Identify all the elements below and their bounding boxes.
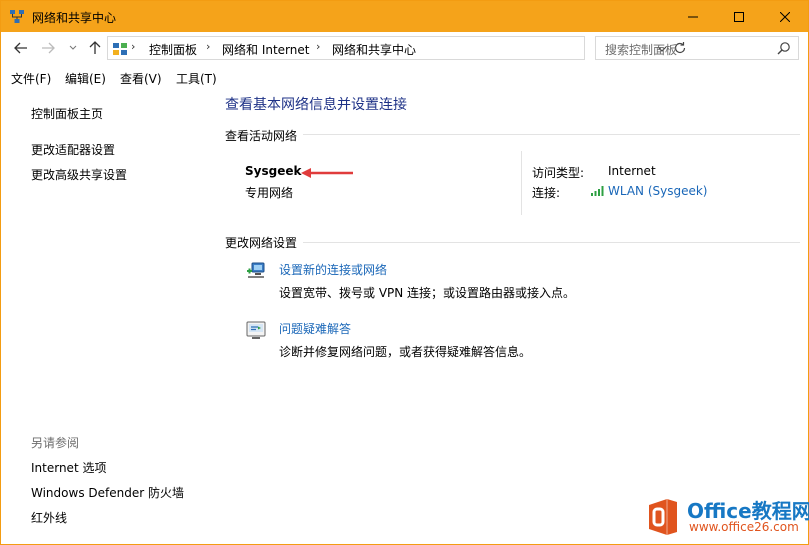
menu-view[interactable]: 查看(V) (120, 70, 162, 87)
network-sharing-center-window: 网络和共享中心 › 控制面板 › 网络和 Internet › 网络和共享中心 … (0, 0, 809, 545)
sidebar-windows-defender-firewall[interactable]: Windows Defender 防火墙 (31, 484, 184, 501)
recent-locations-button[interactable] (63, 38, 83, 58)
address-bar[interactable]: › 控制面板 › 网络和 Internet › 网络和共享中心 (107, 36, 686, 60)
connection-label: 连接: (532, 186, 561, 200)
address-row: › 控制面板 › 网络和 Internet › 网络和共享中心 搜索控制面板 (1, 32, 808, 65)
window-title: 网络和共享中心 (32, 11, 117, 25)
menu-file[interactable]: 文件(F) (11, 70, 51, 87)
sidebar-change-advanced-sharing[interactable]: 更改高级共享设置 (31, 166, 127, 183)
menu-edit[interactable]: 编辑(E) (65, 70, 106, 87)
chevron-down-icon (69, 45, 77, 50)
office26-watermark: Office教程网 www.office26.com (643, 493, 809, 541)
active-networks-heading: 查看活动网络 (225, 129, 298, 143)
network-app-icon (9, 9, 25, 25)
minimize-icon (688, 16, 698, 17)
access-type-label: 访问类型: (532, 166, 585, 180)
sidebar-infrared[interactable]: 红外线 (31, 509, 67, 526)
breadcrumb-separator: › (131, 40, 136, 53)
title-bar: 网络和共享中心 (1, 1, 808, 32)
network-name: Sysgeek (245, 164, 302, 178)
troubleshoot-icon[interactable] (245, 319, 267, 341)
close-button[interactable] (762, 1, 808, 32)
breadcrumb-network-sharing-center[interactable]: 网络和共享中心 (332, 41, 416, 58)
section-divider (303, 242, 800, 243)
minimize-button[interactable] (670, 1, 716, 32)
menu-bar: 文件(F) 编辑(E) 查看(V) 工具(T) (1, 67, 808, 89)
wifi-signal-icon (590, 184, 606, 199)
menu-tools[interactable]: 工具(T) (176, 70, 217, 87)
watermark-url: www.office26.com (689, 520, 799, 534)
new-connection-icon[interactable] (245, 260, 267, 282)
search-placeholder: 搜索控制面板 (605, 43, 678, 57)
wlan-connection-link[interactable]: WLAN (Sysgeek) (608, 184, 708, 198)
up-arrow-icon (89, 41, 101, 54)
search-icon[interactable] (777, 41, 791, 55)
breadcrumb-network-internet[interactable]: 网络和 Internet (222, 41, 309, 58)
breadcrumb-control-panel[interactable]: 控制面板 (149, 41, 197, 58)
page-title: 查看基本网络信息并设置连接 (225, 97, 407, 113)
forward-button[interactable] (38, 38, 58, 58)
annotation-arrow (301, 168, 353, 178)
up-button[interactable] (85, 38, 105, 58)
setup-new-connection-description: 设置宽带、拨号或 VPN 连接；或设置路由器或接入点。 (279, 286, 576, 300)
network-type: 专用网络 (245, 186, 294, 200)
maximize-icon (734, 11, 744, 22)
see-also-heading: 另请参阅 (31, 436, 80, 450)
access-type-value: Internet (608, 164, 656, 178)
breadcrumb-separator: › (206, 40, 211, 53)
office-logo-icon (645, 497, 681, 537)
setup-new-connection-link[interactable]: 设置新的连接或网络 (279, 261, 387, 278)
back-arrow-icon (14, 42, 27, 54)
troubleshoot-problems-link[interactable]: 问题疑难解答 (279, 320, 351, 337)
troubleshoot-problems-description: 诊断并修复网络问题，或者获得疑难解答信息。 (279, 345, 532, 359)
sidebar-control-panel-home[interactable]: 控制面板主页 (31, 105, 103, 122)
back-button[interactable] (11, 38, 31, 58)
breadcrumb-separator: › (316, 40, 321, 53)
close-icon (780, 11, 790, 22)
network-info-divider (521, 151, 522, 215)
change-settings-heading: 更改网络设置 (225, 236, 298, 250)
forward-arrow-icon (42, 42, 55, 54)
sidebar-internet-options[interactable]: Internet 选项 (31, 459, 106, 476)
sidebar-change-adapter-settings[interactable]: 更改适配器设置 (31, 141, 115, 158)
maximize-button[interactable] (716, 1, 762, 32)
search-input[interactable]: 搜索控制面板 (595, 36, 799, 60)
section-divider (303, 134, 800, 135)
control-panel-icon (112, 41, 128, 57)
